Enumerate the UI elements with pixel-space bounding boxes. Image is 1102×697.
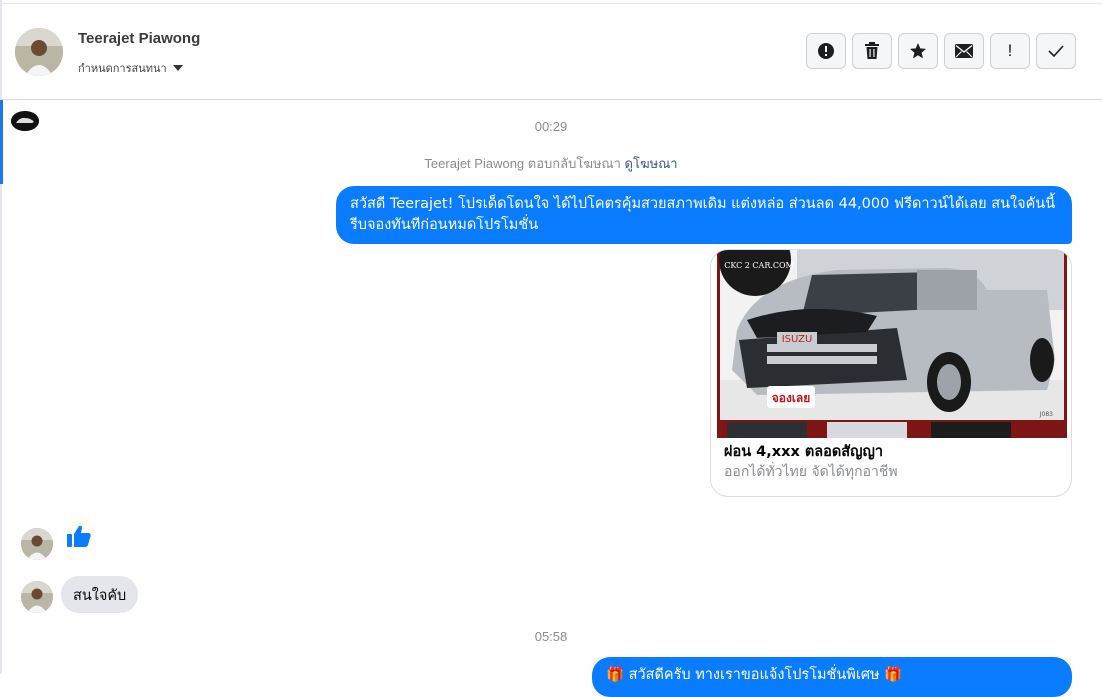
mark-done-button[interactable] bbox=[1036, 33, 1076, 69]
checkmark-icon bbox=[1048, 45, 1064, 57]
chevron-down-icon bbox=[172, 65, 183, 71]
contact-name[interactable]: Teerajet Piawong bbox=[78, 30, 200, 47]
alert-circle-icon bbox=[818, 43, 834, 59]
contact-avatar[interactable] bbox=[15, 28, 63, 76]
exclamation-icon: ! bbox=[1007, 41, 1013, 60]
star-icon bbox=[910, 43, 926, 59]
conversation-header: Teerajet Piawong กำหนดการสนทนา ! bbox=[2, 4, 1102, 100]
ad-card-title: ผ่อน 4,xxx ตลอดสัญญา bbox=[724, 444, 883, 460]
ad-card-subtitle: ออกได้ทั่วไทย จัดได้ทุกอาชีพ bbox=[724, 464, 898, 480]
star-button[interactable] bbox=[898, 33, 938, 69]
ad-reply-text: Teerajet Piawong ตอบกลับโฆษณา bbox=[424, 156, 621, 171]
conversation-settings-dropdown[interactable]: กำหนดการสนทนา bbox=[78, 59, 183, 77]
book-now-badge: จองเลย bbox=[772, 391, 811, 405]
ad-card[interactable]: ISUZU CKC 2 CAR.COM จองเลย J083 ผ่อน 4,x… bbox=[710, 249, 1072, 497]
grille-logo-text: ISUZU bbox=[782, 334, 813, 345]
outgoing-message: 🎁 สวัสดีครับ ทางเราขอแจ้งโปรโมชั่นพิเศษ … bbox=[592, 657, 1072, 697]
ad-reply-notice: Teerajet Piawong ตอบกลับโฆษณา ดูโฆษณา bbox=[0, 153, 1102, 174]
conversation-settings-label: กำหนดการสนทนา bbox=[78, 63, 167, 75]
ad-card-image: ISUZU CKC 2 CAR.COM จองเลย J083 bbox=[717, 250, 1067, 438]
sender-avatar[interactable] bbox=[21, 528, 53, 560]
thumbs-up-icon bbox=[66, 524, 92, 552]
incoming-message: สนใจคับ bbox=[61, 576, 139, 613]
view-ad-link[interactable]: ดูโฆษณา bbox=[625, 156, 678, 171]
envelope-icon bbox=[955, 44, 973, 58]
report-button[interactable] bbox=[806, 33, 846, 69]
delete-button[interactable] bbox=[852, 33, 892, 69]
conversation-toolbar: ! bbox=[806, 33, 1076, 69]
sender-avatar[interactable] bbox=[21, 581, 53, 613]
outgoing-message: สวัสดี Teerajet! โปรเด็ดโดนใจ ได้ไปโคตรค… bbox=[336, 186, 1072, 244]
spam-button[interactable]: ! bbox=[990, 33, 1030, 69]
mark-unread-button[interactable] bbox=[944, 33, 984, 69]
timestamp: 00:29 bbox=[534, 119, 568, 134]
svg-text:J083: J083 bbox=[1039, 411, 1053, 418]
watermark-text: CKC 2 CAR.COM bbox=[724, 261, 794, 270]
timestamp: 05:58 bbox=[534, 629, 568, 644]
trash-icon bbox=[865, 42, 879, 59]
